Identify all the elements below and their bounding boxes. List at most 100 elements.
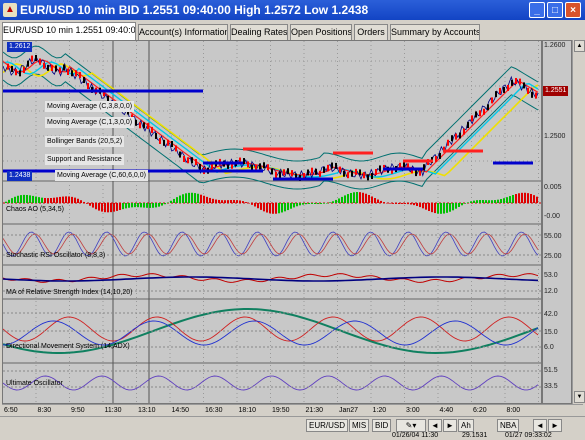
minimize-button[interactable]: _ xyxy=(529,2,545,18)
ao-bar xyxy=(443,203,445,214)
ao-bar xyxy=(455,203,457,209)
indicator-label-support-resistance[interactable]: Support and Resistance xyxy=(45,154,124,165)
candle xyxy=(371,173,373,180)
zoom-in-icon[interactable]: ► xyxy=(548,419,562,432)
ao-bar xyxy=(68,196,70,203)
title-bar: ▲ EUR/USD 10 min BID 1.2551 09:40:00 Hig… xyxy=(0,0,585,20)
side-selector[interactable]: BID xyxy=(372,419,392,432)
ao-bar xyxy=(257,203,259,209)
candle xyxy=(211,164,213,171)
ao-bar xyxy=(287,203,289,211)
ao-bar xyxy=(491,200,493,203)
interval-selector[interactable]: MIS xyxy=(349,419,370,432)
scale-tick: 33.5 xyxy=(544,383,558,390)
ao-bar xyxy=(446,203,448,213)
ao-bar xyxy=(74,197,76,203)
candle xyxy=(195,159,197,166)
ao-bar xyxy=(119,203,121,211)
indicator-label-ma-3-8[interactable]: Moving Average (C,3,8,0,0) xyxy=(45,101,135,112)
status-mid: 29.1531 xyxy=(462,432,488,439)
scroll-right-icon[interactable]: ► xyxy=(443,419,457,432)
indicator-label-bollinger[interactable]: Bollinger Bands (20,5,2) xyxy=(45,136,125,147)
ao-bar xyxy=(398,203,400,205)
candle xyxy=(135,119,137,126)
ao-bar xyxy=(71,196,73,203)
ao-bar xyxy=(86,203,88,204)
candle xyxy=(19,70,21,77)
time-axis[interactable]: 6:50 8:30 9:50 11:30 13:10 14:50 16:30 18:10 19:… xyxy=(2,404,583,416)
scale-tick: 12.0 xyxy=(544,288,558,295)
ao-bar xyxy=(173,198,175,203)
ao-bar xyxy=(419,203,421,208)
candle xyxy=(483,108,485,115)
ao-bar xyxy=(452,203,454,211)
ao-bar xyxy=(47,198,49,203)
ao-bar xyxy=(200,194,202,203)
candle xyxy=(495,91,497,98)
tab-dealing-rates[interactable]: Dealing Rates xyxy=(230,24,288,40)
ao-bar xyxy=(347,194,349,203)
chaos-ao-label[interactable]: Chaos AO (5,34,5) xyxy=(6,206,64,213)
chart-area[interactable]: 1.2612 1.2438 Moving Average (C,3,8,0,0)… xyxy=(2,40,542,404)
vertical-scrollbar[interactable]: ▲ ▼ xyxy=(572,40,585,404)
candle xyxy=(343,170,345,177)
ao-bar xyxy=(254,203,256,207)
candle xyxy=(139,122,141,129)
ao-bar xyxy=(14,196,16,203)
tab-eurusd-chart[interactable]: EUR/USD 10 min 1.2551 09:40:00 xyxy=(2,22,136,40)
scale-tick: 1.2500 xyxy=(544,133,566,140)
candle xyxy=(347,172,349,179)
ao-bar xyxy=(488,200,490,203)
ma-rsi-label[interactable]: MA of Relative Strength Index (14,10,20) xyxy=(6,289,132,296)
indicator-label-ma-1-3[interactable]: Moving Average (C,1,3,0,0) xyxy=(45,117,135,128)
price-scale[interactable]: 1.2600 1.2551 1.2500 0.005 -0.00 55.00 2… xyxy=(542,40,572,404)
ao-bar xyxy=(353,192,355,203)
window-title: EUR/USD 10 min BID 1.2551 09:40:00 High … xyxy=(20,3,369,17)
tab-summary-by-accounts[interactable]: Summary by Accounts xyxy=(390,24,480,40)
ao-bar xyxy=(461,203,463,206)
ao-bar xyxy=(518,193,520,203)
time-axis-label: 13:10 xyxy=(138,407,156,414)
ao-bar xyxy=(383,202,385,203)
candle xyxy=(67,68,69,75)
maximize-button[interactable]: □ xyxy=(547,2,563,18)
ao-bar xyxy=(500,199,502,203)
tab-orders[interactable]: Orders xyxy=(354,24,388,40)
candle xyxy=(279,171,281,178)
ao-bar xyxy=(431,203,433,213)
candle xyxy=(247,161,249,168)
ao-bar xyxy=(167,202,169,204)
mode-b-button[interactable]: NBA xyxy=(497,419,520,432)
zoom-out-icon[interactable]: ◄ xyxy=(533,419,547,432)
tab-open-positions[interactable]: Open Positions xyxy=(290,24,352,40)
ao-bar xyxy=(386,202,388,204)
ao-bar xyxy=(515,194,517,203)
scroll-left-icon[interactable]: ◄ xyxy=(428,419,442,432)
candle xyxy=(523,82,525,89)
low-price-box: 1.2438 xyxy=(7,171,33,181)
dms-label[interactable]: Directional Movement System (14,ADX) xyxy=(6,343,130,350)
scroll-down-icon[interactable]: ▼ xyxy=(574,391,585,403)
symbol-selector[interactable]: EUR/USD xyxy=(306,419,349,432)
ao-bar xyxy=(293,203,295,208)
ao-bar xyxy=(509,196,511,203)
ao-bar xyxy=(131,203,133,208)
ao-bar xyxy=(170,200,172,203)
candle xyxy=(287,168,289,175)
stochastic-rsi-label[interactable]: Stochastic RSI Oscillator (8,8,3) xyxy=(6,252,105,259)
close-button[interactable]: × xyxy=(565,2,581,18)
mode-a-button[interactable]: Ah xyxy=(458,419,474,432)
scroll-up-icon[interactable]: ▲ xyxy=(574,40,585,52)
candle xyxy=(35,54,37,61)
drawing-tools-icon[interactable]: ✎▾ xyxy=(396,419,426,432)
ultimate-oscillator-label[interactable]: Ultimate Oscillator xyxy=(6,380,63,387)
indicator-label-ma-60[interactable]: Moving Average (C,60,6,0,0) xyxy=(55,170,148,181)
ao-bar xyxy=(311,203,313,204)
candle xyxy=(55,65,57,72)
ao-bar xyxy=(113,203,115,212)
ao-bar xyxy=(281,203,283,213)
ao-bar xyxy=(176,197,178,203)
tab-account-information[interactable]: Account(s) Information xyxy=(138,24,228,40)
candle xyxy=(175,145,177,152)
candle xyxy=(415,170,417,177)
